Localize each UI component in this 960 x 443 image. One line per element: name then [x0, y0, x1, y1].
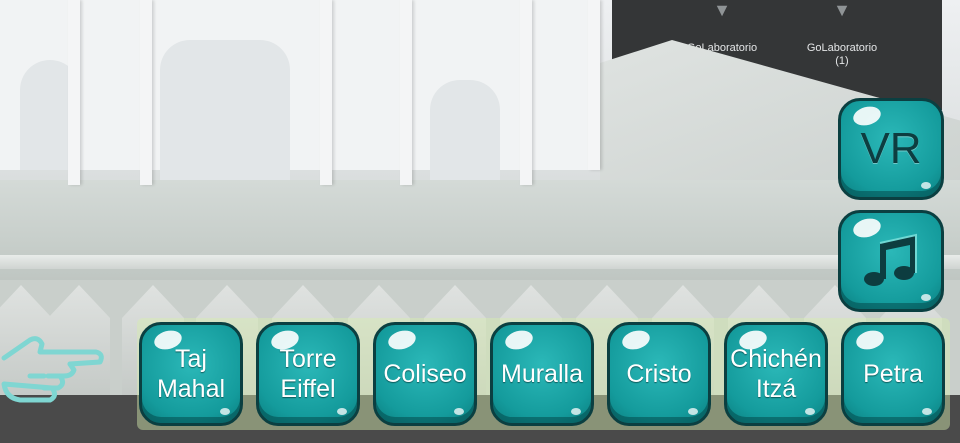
- monument-label: Coliseo: [383, 360, 467, 388]
- monument-button-cristo[interactable]: Cristo: [607, 322, 711, 426]
- monument-label: Eiffel: [280, 375, 336, 403]
- file-label: GoLaboratorio (1): [806, 42, 878, 67]
- music-button[interactable]: [838, 210, 944, 312]
- monument-label: Cristo: [626, 360, 692, 388]
- monument-label: Taj: [175, 345, 207, 373]
- ledge: [0, 255, 960, 269]
- monument-button-coliseo[interactable]: Coliseo: [373, 322, 477, 426]
- music-note-icon: [864, 233, 917, 286]
- monument-label: Torre: [279, 345, 337, 373]
- monument-button-petra[interactable]: Petra: [841, 322, 945, 426]
- pointing-hand-icon: [1, 336, 104, 403]
- monument-label: Muralla: [501, 360, 583, 388]
- vr-button[interactable]: VR: [838, 98, 944, 200]
- file-icon: ▼: [833, 0, 851, 20]
- monument-label: Itzá: [755, 375, 797, 403]
- monument-label: Petra: [863, 360, 923, 388]
- vr-button-label: VR: [860, 124, 922, 173]
- monument-label: Chichén: [730, 345, 822, 373]
- monument-model: [0, 0, 610, 190]
- monument-button-chichen-itza[interactable]: Chichén Itzá: [724, 322, 828, 426]
- monument-label: Mahal: [156, 375, 226, 403]
- monument-button-taj-mahal[interactable]: Taj Mahal: [139, 322, 243, 426]
- monument-button-muralla[interactable]: Muralla: [490, 322, 594, 426]
- monument-button-torre-eiffel[interactable]: Torre Eiffel: [256, 322, 360, 426]
- file-icon: ▼: [713, 0, 731, 20]
